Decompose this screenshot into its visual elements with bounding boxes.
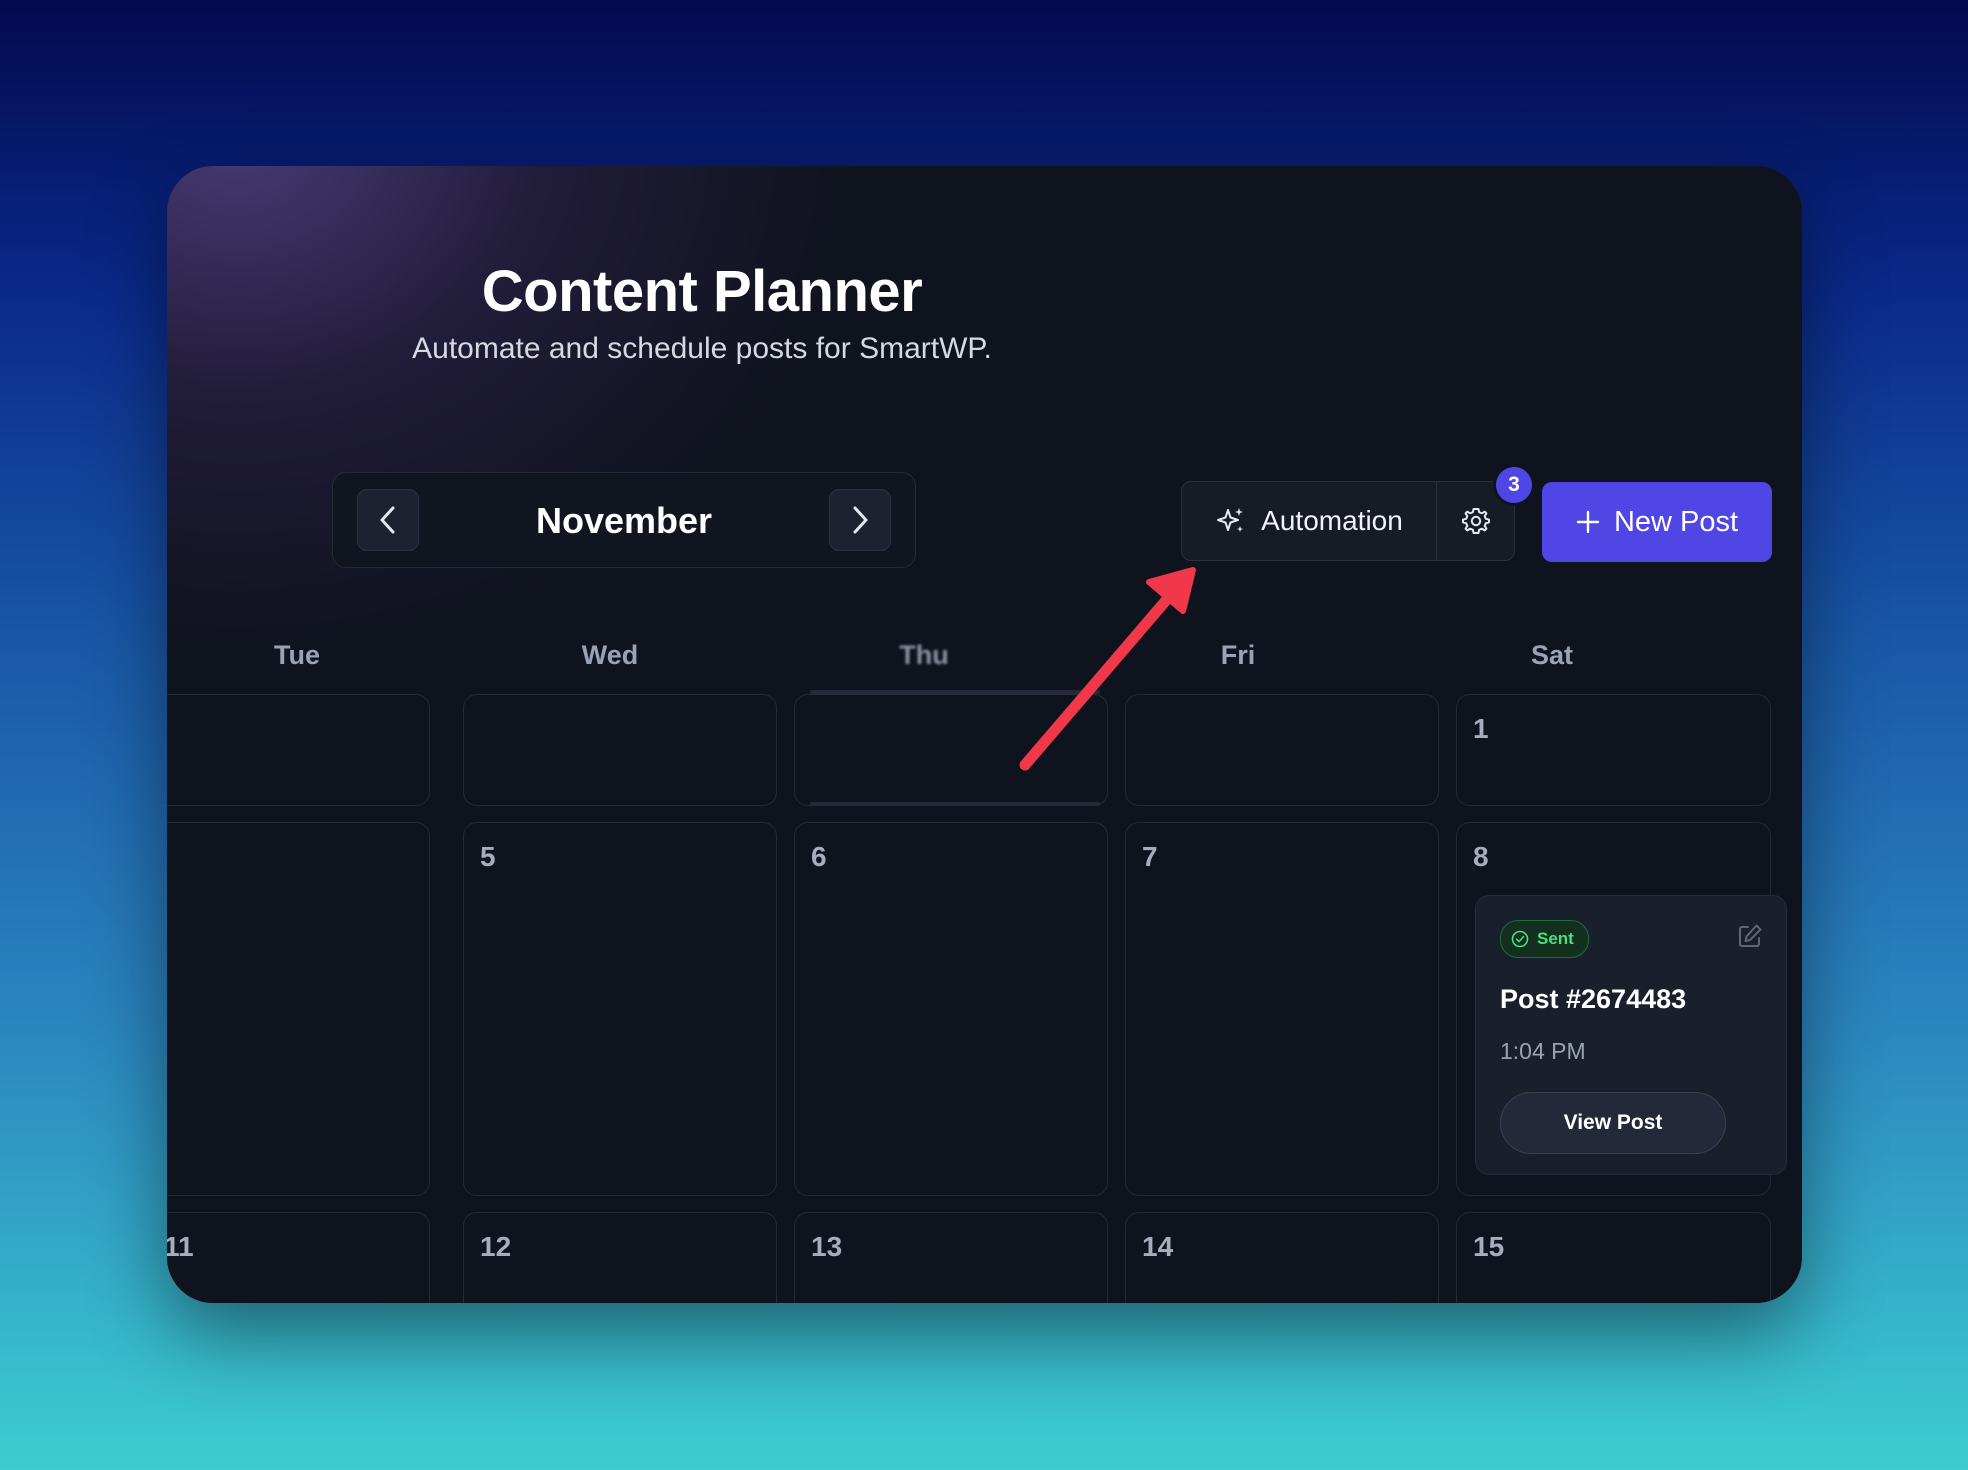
day-cell[interactable] (1125, 694, 1439, 806)
day-cell[interactable]: 5 (463, 822, 777, 1196)
current-month-label: November (535, 500, 713, 541)
check-circle-icon (1511, 930, 1529, 948)
day-number: 11 (167, 1231, 194, 1262)
day-number: 6 (811, 841, 827, 872)
weekday-header-fri: Fri (1220, 640, 1256, 670)
new-post-button[interactable]: New Post (1542, 482, 1772, 562)
automation-label: Automation (1261, 505, 1403, 536)
status-badge: Sent (1500, 920, 1589, 958)
view-post-button[interactable]: View Post (1500, 1092, 1726, 1154)
settings-notification-badge: 3 (1493, 464, 1535, 506)
day-number: 5 (480, 841, 496, 872)
day-cell[interactable]: 12 (463, 1212, 777, 1303)
day-cell[interactable]: 1 (1456, 694, 1771, 806)
day-cell[interactable]: 6 (794, 822, 1108, 1196)
day-cell[interactable]: 15 (1456, 1212, 1771, 1303)
post-time: 1:04 PM (1500, 1038, 1586, 1064)
weekday-header-thu: Thu (899, 640, 949, 670)
day-number: 13 (811, 1231, 843, 1262)
header-glow (167, 166, 867, 666)
page-title: Content Planner (481, 259, 923, 324)
day-number: 1 (1473, 713, 1489, 744)
page-subtitle: Automate and schedule posts for SmartWP. (412, 332, 992, 365)
new-post-label: New Post (1613, 505, 1739, 538)
weekday-header-wed: Wed (581, 640, 639, 670)
drag-placeholder-line (810, 690, 1100, 694)
day-cell[interactable]: 8 Sent Post #2674483 1:04 PM View Post (1456, 822, 1787, 1196)
plus-icon (1576, 510, 1600, 534)
next-month-button[interactable] (829, 489, 891, 551)
day-cell[interactable]: 11 (167, 1212, 430, 1303)
day-cell[interactable] (794, 694, 1108, 806)
post-title: Post #2674483 (1500, 984, 1687, 1014)
day-number: 8 (1473, 841, 1489, 872)
drag-placeholder-line (810, 802, 1100, 806)
scheduled-post-card[interactable]: Sent Post #2674483 1:04 PM View Post (1475, 895, 1787, 1175)
day-cell[interactable] (167, 694, 430, 806)
day-cell[interactable] (167, 822, 430, 1196)
gear-icon (1462, 508, 1490, 534)
day-number: 14 (1142, 1231, 1174, 1262)
automation-button-group: Automation (1181, 481, 1515, 561)
sparkles-icon (1217, 508, 1244, 532)
automation-button[interactable]: Automation (1182, 482, 1436, 560)
content-planner-card: Content Planner Automate and schedule po… (167, 166, 1802, 1303)
day-cell[interactable]: 13 (794, 1212, 1108, 1303)
weekday-header-tue: Tue (274, 640, 320, 670)
day-cell[interactable]: 7 (1125, 822, 1439, 1196)
status-label: Sent (1537, 929, 1574, 948)
day-number: 12 (480, 1231, 512, 1262)
edit-icon (1739, 924, 1762, 947)
chevron-left-icon (380, 506, 395, 534)
chevron-right-icon (853, 506, 868, 534)
day-number: 7 (1142, 841, 1158, 872)
weekday-header-sat: Sat (1530, 640, 1574, 670)
edit-post-button[interactable] (1736, 922, 1764, 955)
month-navigator: November (332, 472, 916, 568)
day-cell[interactable] (463, 694, 777, 806)
day-cell[interactable]: 14 (1125, 1212, 1439, 1303)
day-number: 15 (1473, 1231, 1505, 1262)
previous-month-button[interactable] (357, 489, 419, 551)
